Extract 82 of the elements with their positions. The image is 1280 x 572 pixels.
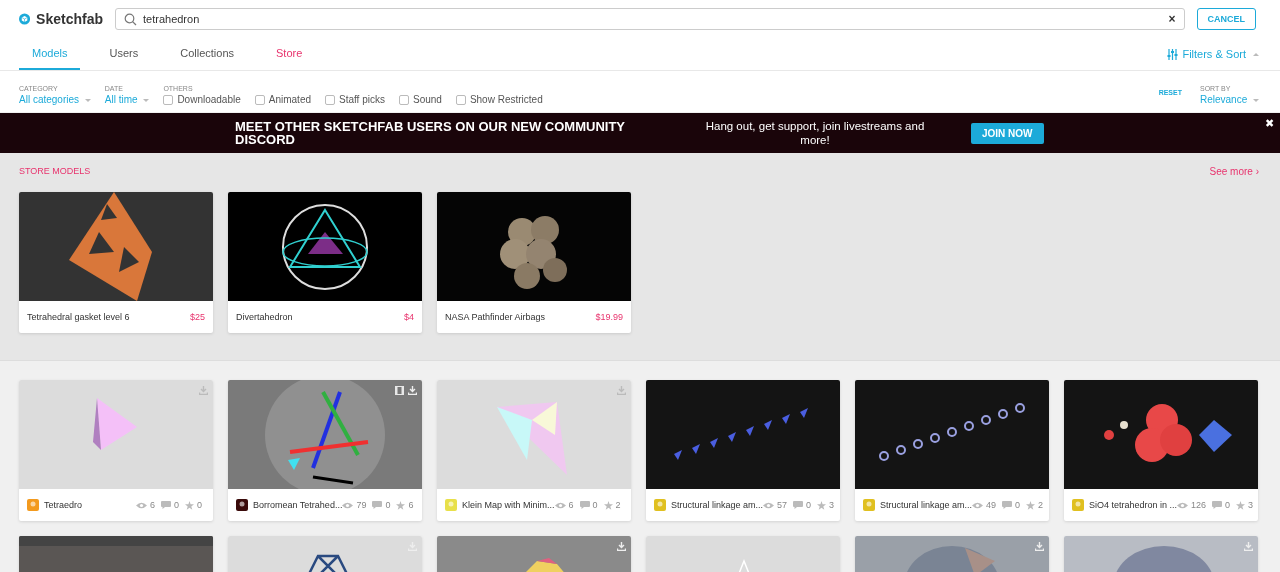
section-heading: STORE MODELS <box>19 166 91 177</box>
checkbox[interactable] <box>455 94 466 105</box>
like-count: 0 <box>197 500 202 510</box>
comment-count: 0 <box>385 500 391 510</box>
like-count: 2 <box>1038 500 1044 510</box>
model-card[interactable]: Tetraedro 6 0 0 <box>19 380 213 521</box>
sliders-icon <box>1167 48 1179 60</box>
comment-count: 0 <box>1015 500 1021 510</box>
model-title[interactable]: Borromean Tetrahed... <box>253 500 343 510</box>
view-count: 126 <box>1191 500 1207 510</box>
model-title[interactable]: Structural linkage am... <box>880 500 973 510</box>
checkbox[interactable] <box>398 94 409 105</box>
view-count: 6 <box>568 500 574 510</box>
tab[interactable]: Collections <box>167 38 247 70</box>
like-count: 6 <box>408 500 414 510</box>
comment-icon <box>372 501 383 509</box>
comment-icon <box>579 501 590 509</box>
tab[interactable]: Users <box>96 38 152 70</box>
view-count: 49 <box>986 500 997 510</box>
star-icon <box>1236 500 1246 510</box>
eye-icon <box>1177 501 1189 509</box>
like-count: 2 <box>615 500 621 510</box>
eye-icon <box>763 501 775 509</box>
checkbox[interactable] <box>325 94 335 105</box>
banner-title: MEET OTHER SKETCHFAB USERS ON OUR NEW COMMUNITY DISCORD <box>235 120 626 146</box>
comment-count: 0 <box>806 500 812 510</box>
logo-text[interactable]: Sketchfab <box>36 11 103 27</box>
checkbox[interactable] <box>254 94 265 105</box>
comment-count: 0 <box>173 500 179 510</box>
model-title[interactable]: Tetraedro <box>44 500 83 510</box>
model-card[interactable]: SiO4 tetrahedron in ... 126 0 3 <box>1064 380 1258 521</box>
store-card[interactable]: Tetrahedral gasket level 6 $25 <box>19 192 213 333</box>
star-icon <box>817 500 827 510</box>
like-count: 3 <box>1248 500 1254 510</box>
view-count: 6 <box>149 500 155 510</box>
checkbox-label[interactable]: Staff picks <box>339 94 385 105</box>
model-title[interactable]: NASA Pathfinder Airbags <box>445 312 546 322</box>
model-title[interactable]: SiO4 tetrahedron in ... <box>1089 500 1178 510</box>
checkbox-label[interactable]: Downloadable <box>177 94 241 105</box>
model-card[interactable]: Borromean Tetrahed... 79 0 6 <box>228 380 422 521</box>
checkbox-label[interactable]: Animated <box>268 94 311 105</box>
avatar-icon[interactable] <box>236 499 248 511</box>
store-card[interactable]: NASA Pathfinder Airbags $19.99 <box>437 192 631 333</box>
price: $25 <box>189 312 205 322</box>
eye-icon <box>554 501 566 509</box>
comment-count: 0 <box>1225 500 1231 510</box>
model-title[interactable]: Structural linkage am... <box>671 500 764 510</box>
model-card[interactable]: Structural linkage am... 49 0 2 <box>855 380 1049 521</box>
star-icon <box>603 500 613 510</box>
store-card[interactable]: Divertahedron $4 <box>228 192 422 333</box>
checkbox-label[interactable]: Sound <box>412 94 442 105</box>
eye-icon <box>135 501 147 509</box>
star-icon <box>185 500 194 510</box>
comment-icon <box>1002 501 1013 509</box>
star-icon <box>396 500 406 510</box>
search-icon <box>124 12 137 26</box>
model-card[interactable]: Structural linkage am... 57 0 3 <box>646 380 840 521</box>
like-count: 3 <box>829 500 835 510</box>
comment-count: 0 <box>592 500 598 510</box>
star-icon <box>1026 500 1036 510</box>
search-field[interactable]: tetrahedron × <box>115 8 1185 30</box>
price: $19.99 <box>595 312 623 322</box>
comment-icon <box>1212 501 1223 509</box>
comment-icon <box>793 501 804 509</box>
price: $4 <box>404 312 414 322</box>
logo-icon <box>19 10 31 28</box>
model-title[interactable]: Klein Map with Minim... <box>462 500 555 510</box>
checkbox[interactable] <box>163 94 174 105</box>
clear-button[interactable]: × <box>1168 12 1176 26</box>
model-card[interactable]: Klein Map with Minim... 6 0 2 <box>437 380 631 521</box>
view-count: 79 <box>356 500 367 510</box>
film-icon <box>395 386 404 395</box>
comment-icon <box>160 501 171 509</box>
model-title[interactable]: Divertahedron <box>236 312 293 322</box>
checkbox-label[interactable]: Show Restricted <box>469 94 543 105</box>
eye-icon <box>342 501 354 509</box>
close-button[interactable]: ✖ <box>1265 117 1274 130</box>
view-count: 57 <box>777 500 788 510</box>
tab[interactable]: Store <box>263 38 316 70</box>
banner-text: Hang out, get support, join livestreams and more! <box>704 119 926 147</box>
eye-icon <box>972 501 984 509</box>
model-title[interactable]: Tetrahedral gasket level 6 <box>27 312 130 322</box>
